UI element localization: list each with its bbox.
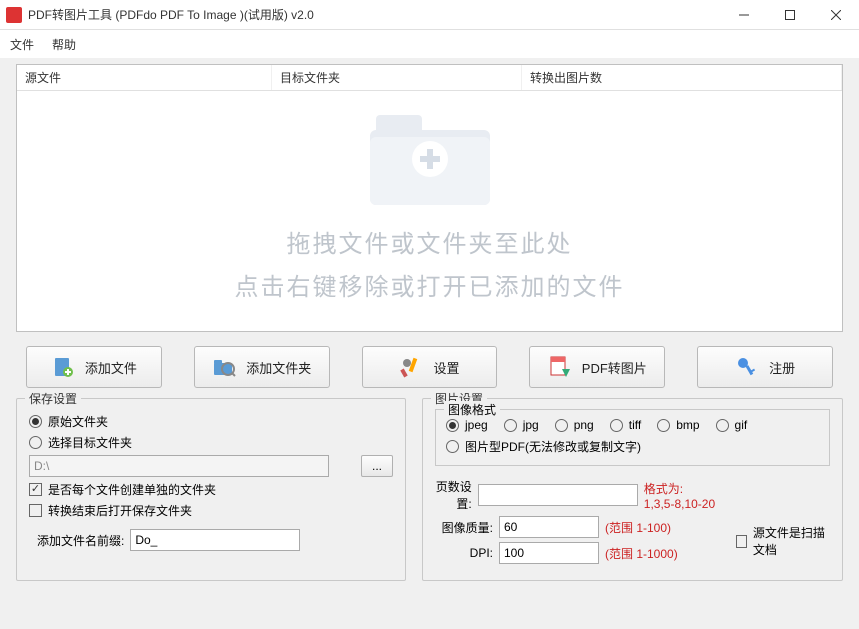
register-label: 注册 [769, 358, 795, 377]
add-file-label: 添加文件 [85, 358, 137, 377]
dpi-hint: (范围 1-1000) [605, 545, 678, 562]
radio-original-folder[interactable] [29, 415, 42, 428]
target-path-input [29, 455, 329, 477]
minimize-button[interactable] [721, 0, 767, 30]
prefix-label: 添加文件名前缀: [37, 532, 124, 549]
drop-hint-2: 点击右键移除或打开已添加的文件 [235, 266, 625, 309]
menu-help[interactable]: 帮助 [52, 36, 76, 53]
file-list-header: 源文件 目标文件夹 转换出图片数 [17, 65, 842, 91]
quality-input[interactable] [499, 516, 599, 538]
image-settings-group: 图片设置 图像格式 jpeg jpg png tiff bmp gif 图片型P… [422, 398, 843, 581]
dpi-label: DPI: [435, 546, 493, 560]
close-button[interactable] [813, 0, 859, 30]
pages-input[interactable] [478, 484, 638, 506]
settings-label: 设置 [433, 358, 459, 377]
quality-label: 图像质量: [435, 519, 493, 536]
radio-bmp[interactable] [657, 419, 670, 432]
action-buttons-row: 添加文件 添加文件夹 设置 PDF转图片 注册 [16, 346, 843, 388]
save-settings-group: 保存设置 原始文件夹 选择目标文件夹 ... 是否每个文件创建单独的文件夹 转换… [16, 398, 406, 581]
file-list[interactable]: 源文件 目标文件夹 转换出图片数 拖拽文件或文件夹至此处 点击右键移除或打开已添… [16, 64, 843, 332]
label-open-after: 转换结束后打开保存文件夹 [48, 502, 192, 519]
label-original-folder: 原始文件夹 [48, 413, 108, 430]
prefix-input[interactable] [130, 529, 300, 551]
add-folder-label: 添加文件夹 [246, 358, 311, 377]
add-file-icon [51, 355, 75, 379]
convert-label: PDF转图片 [582, 358, 647, 377]
check-open-after[interactable] [29, 504, 42, 517]
settings-button[interactable]: 设置 [362, 346, 498, 388]
add-folder-button[interactable]: 添加文件夹 [194, 346, 330, 388]
radio-gif[interactable] [716, 419, 729, 432]
radio-image-pdf[interactable] [446, 440, 459, 453]
drop-zone: 拖拽文件或文件夹至此处 点击右键移除或打开已添加的文件 [17, 105, 842, 309]
column-target[interactable]: 目标文件夹 [272, 65, 522, 90]
check-scan-doc[interactable] [736, 535, 747, 548]
label-per-file-folder: 是否每个文件创建单独的文件夹 [48, 481, 216, 498]
browse-button[interactable]: ... [361, 455, 393, 477]
label-scan-doc: 源文件是扫描文档 [753, 524, 830, 558]
register-icon [735, 355, 759, 379]
check-per-file-folder[interactable] [29, 483, 42, 496]
quality-hint: (范围 1-100) [605, 519, 671, 536]
image-format-legend: 图像格式 [444, 401, 500, 418]
add-folder-icon [212, 355, 236, 379]
radio-choose-folder[interactable] [29, 436, 42, 449]
pages-hint: 格式为: 1,3,5-8,10-20 [644, 480, 716, 511]
convert-button[interactable]: PDF转图片 [529, 346, 665, 388]
radio-jpg[interactable] [504, 419, 517, 432]
window-title: PDF转图片工具 (PDFdo PDF To Image )(试用版) v2.0 [28, 6, 721, 23]
maximize-button[interactable] [767, 0, 813, 30]
menu-file[interactable]: 文件 [10, 36, 34, 53]
drop-hint-1: 拖拽文件或文件夹至此处 [287, 223, 573, 266]
register-button[interactable]: 注册 [697, 346, 833, 388]
column-source[interactable]: 源文件 [17, 65, 272, 90]
column-count[interactable]: 转换出图片数 [522, 65, 842, 90]
pages-label: 页数设置: [435, 478, 472, 512]
image-format-group: 图像格式 jpeg jpg png tiff bmp gif 图片型PDF(无法… [435, 409, 830, 466]
radio-jpeg[interactable] [446, 419, 459, 432]
menu-bar: 文件 帮助 [0, 30, 859, 58]
drop-folder-icon [370, 105, 490, 205]
settings-icon [399, 355, 423, 379]
label-choose-folder: 选择目标文件夹 [48, 434, 132, 451]
dpi-input[interactable] [499, 542, 599, 564]
convert-icon [548, 355, 572, 379]
radio-png[interactable] [555, 419, 568, 432]
save-settings-legend: 保存设置 [25, 390, 81, 407]
title-bar: PDF转图片工具 (PDFdo PDF To Image )(试用版) v2.0 [0, 0, 859, 30]
radio-tiff[interactable] [610, 419, 623, 432]
app-icon [6, 7, 22, 23]
add-file-button[interactable]: 添加文件 [26, 346, 162, 388]
